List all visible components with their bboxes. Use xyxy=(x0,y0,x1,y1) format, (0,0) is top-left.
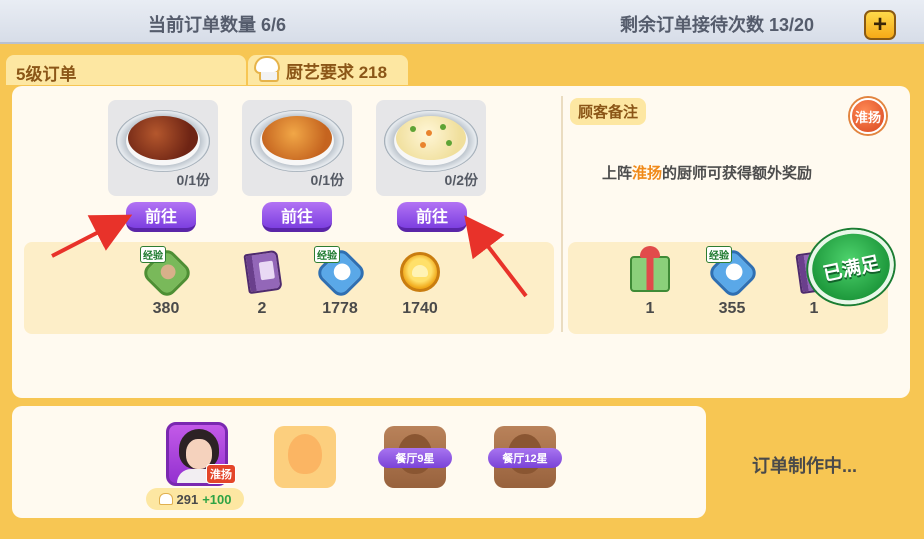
rewards-box: 经验 380 2 经验 1778 1740 xyxy=(24,242,554,334)
gift-box-icon xyxy=(628,246,672,294)
chef-hat-icon xyxy=(254,58,280,82)
reward-item[interactable]: 经验 380 xyxy=(136,246,196,318)
skill-requirement: 厨艺要求 218 xyxy=(248,55,408,85)
unlock-requirement: 餐厅9星 xyxy=(378,448,452,468)
add-receptions-button[interactable]: + xyxy=(864,10,896,40)
region-badge: 淮扬 xyxy=(850,98,886,134)
customer-note-label: 顾客备注 xyxy=(570,98,647,125)
dish-portion: 0/1份 xyxy=(310,172,344,188)
customer-note-text: 上阵淮扬的厨师可获得额外奖励 xyxy=(602,165,813,182)
dish-card[interactable]: 0/1份 xyxy=(242,100,352,196)
chef-skill-score: 291 +100 xyxy=(146,488,244,510)
skill-requirement-text: 厨艺要求 218 xyxy=(286,62,388,82)
kitchen-exp-icon: 经验 xyxy=(706,246,760,300)
dish-portion: 0/2份 xyxy=(444,172,478,188)
exp-tag: 经验 xyxy=(706,246,732,263)
reward-item[interactable]: 2 xyxy=(232,249,292,318)
divider xyxy=(561,96,563,332)
region-highlight: 淮扬 xyxy=(632,165,663,182)
order-header: 5级订单 厨艺要求 218 xyxy=(4,52,408,86)
dish-card[interactable]: 0/1份 xyxy=(108,100,218,196)
go-button[interactable]: 前往 xyxy=(126,202,196,232)
order-panel: 0/1份 前往 0/1份 前往 0/2份 前往 经验 380 2 经验 1778… xyxy=(12,86,910,398)
exp-tag: 经验 xyxy=(314,246,340,263)
bonus-reward-item[interactable]: 经验 355 xyxy=(702,246,762,318)
go-button[interactable]: 前往 xyxy=(397,202,467,232)
locked-chef-slot[interactable]: 餐厅12星 xyxy=(488,426,562,488)
unlock-requirement: 餐厅12星 xyxy=(488,448,562,468)
noodle-dish-icon xyxy=(128,116,198,160)
dish-portion: 0/1份 xyxy=(176,172,210,188)
fried-dish-icon xyxy=(262,116,332,160)
chef-hat-icon xyxy=(158,493,173,505)
reward-value: 1778 xyxy=(322,300,358,317)
reward-value: 355 xyxy=(718,300,746,317)
chef-bonus: +100 xyxy=(202,491,232,507)
chef-slots-panel: 淮扬 291 +100 餐厅9星 餐厅12星 xyxy=(12,406,706,518)
empty-chef-slot[interactable] xyxy=(274,426,336,488)
chef-silhouette-icon xyxy=(288,434,322,474)
go-button[interactable]: 前往 xyxy=(262,202,332,232)
gold-coin-icon xyxy=(398,250,442,294)
remaining-receptions: 剩余订单接待次数 13/20 xyxy=(620,15,815,35)
reward-value: 380 xyxy=(152,300,180,317)
chef-region-badge: 淮扬 xyxy=(206,464,236,484)
bonus-reward-item[interactable]: 1 xyxy=(620,246,680,318)
recipe-book-icon xyxy=(240,249,284,295)
top-bar: 当前订单数量 6/6 剩余订单接待次数 13/20 + xyxy=(0,0,924,44)
reward-item[interactable]: 经验 1778 xyxy=(310,246,370,318)
fried-rice-icon xyxy=(396,116,466,160)
locked-chef-slot[interactable]: 餐厅9星 xyxy=(378,426,452,488)
reward-value: 2 xyxy=(257,300,267,317)
order-level: 5级订单 xyxy=(6,55,246,85)
chef-score: 291 xyxy=(176,491,199,507)
reward-value: 1 xyxy=(645,300,655,317)
reward-item[interactable]: 1740 xyxy=(390,250,450,318)
exp-tag: 经验 xyxy=(140,246,166,263)
chef-exp-icon: 经验 xyxy=(140,246,194,300)
order-status: 订单制作中... xyxy=(752,456,858,476)
reward-value: 1740 xyxy=(402,300,438,317)
dish-card[interactable]: 0/2份 xyxy=(376,100,486,196)
kitchen-exp-icon: 经验 xyxy=(314,246,368,300)
order-count: 当前订单数量 6/6 xyxy=(148,15,287,35)
